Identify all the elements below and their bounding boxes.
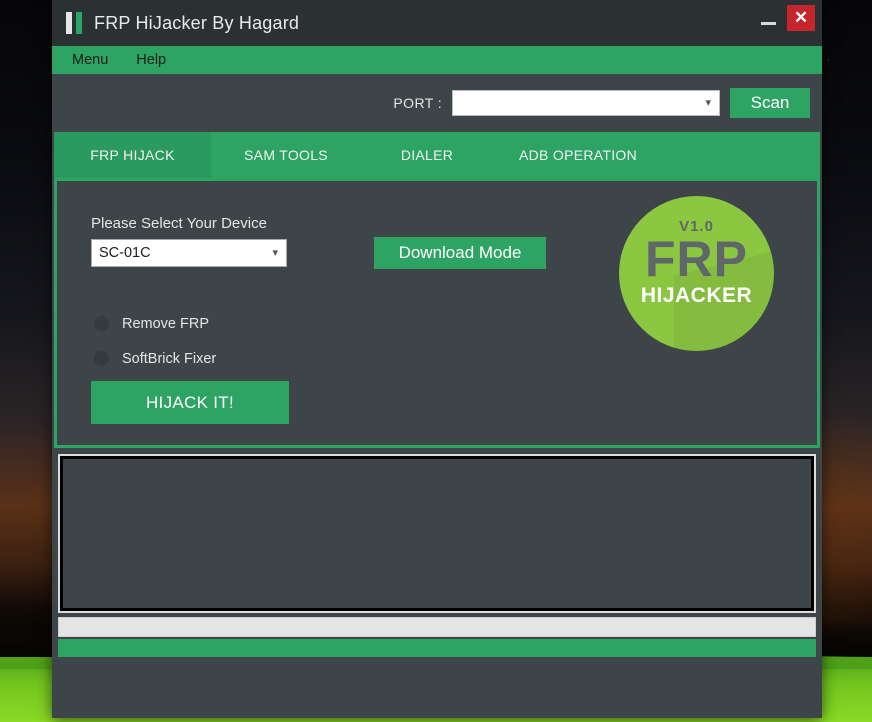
port-toolbar: PORT : ▾ Scan: [52, 74, 822, 132]
tab-adb-operation[interactable]: ADB OPERATION: [493, 132, 663, 178]
tab-dialer[interactable]: DIALER: [361, 132, 493, 178]
minimize-button[interactable]: [751, 0, 785, 46]
window-bottom-filler: [52, 657, 822, 718]
progress-bar: [58, 617, 816, 637]
frp-hijack-panel: Please Select Your Device SC-01C ▾ Downl…: [54, 178, 820, 448]
logo-subtitle: HIJACKER: [640, 283, 753, 307]
radio-remove-frp-label: Remove FRP: [122, 315, 210, 332]
window-title: FRP HiJacker By Hagard: [94, 12, 300, 33]
radio-softbrick-fixer-label: SoftBrick Fixer: [122, 350, 217, 367]
tab-frp-hijack[interactable]: FRP HIJACK: [54, 132, 211, 178]
chevron-down-icon: ▾: [705, 96, 711, 109]
radio-softbrick-fixer[interactable]: SoftBrick Fixer: [93, 350, 216, 367]
close-button[interactable]: ✕: [787, 5, 815, 31]
log-output-frame: [58, 454, 816, 613]
window-controls: ✕: [751, 0, 822, 46]
radio-indicator-icon: [93, 350, 110, 367]
device-selected-value: SC-01C: [99, 245, 151, 261]
minimize-icon: [760, 21, 776, 25]
menu-bar: Menu Help: [52, 46, 822, 74]
tab-bar: FRP HIJACK SAM TOOLS DIALER ADB OPERATIO…: [54, 132, 820, 178]
frp-hijacker-window: FRP HiJacker By Hagard ✕ Menu Help PORT …: [52, 0, 822, 718]
device-select-label: Please Select Your Device: [91, 215, 267, 232]
frp-hijacker-logo: V1.0 FRP HIJACKER: [619, 196, 774, 351]
menu-item-help[interactable]: Help: [136, 52, 166, 68]
tab-sam-tools[interactable]: SAM TOOLS: [211, 132, 361, 178]
desktop-background: FRP HiJacker By Hagard ✕ Menu Help PORT …: [0, 0, 872, 722]
download-mode-button[interactable]: Download Mode: [374, 237, 546, 269]
status-bar: [58, 639, 816, 657]
port-label: PORT :: [393, 95, 442, 111]
app-logo-icon: [66, 12, 82, 34]
title-bar: FRP HiJacker By Hagard ✕: [52, 0, 822, 46]
menu-item-menu[interactable]: Menu: [72, 52, 108, 68]
hijack-it-button[interactable]: HIJACK IT!: [91, 381, 289, 424]
radio-remove-frp[interactable]: Remove FRP: [93, 315, 209, 332]
device-select[interactable]: SC-01C ▾: [91, 239, 287, 267]
log-output[interactable]: [60, 456, 814, 611]
port-select[interactable]: ▾: [452, 90, 720, 116]
chevron-down-icon: ▾: [272, 246, 278, 259]
radio-indicator-icon: [93, 315, 110, 332]
logo-brand: FRP: [645, 231, 748, 287]
scan-button[interactable]: Scan: [730, 88, 810, 118]
